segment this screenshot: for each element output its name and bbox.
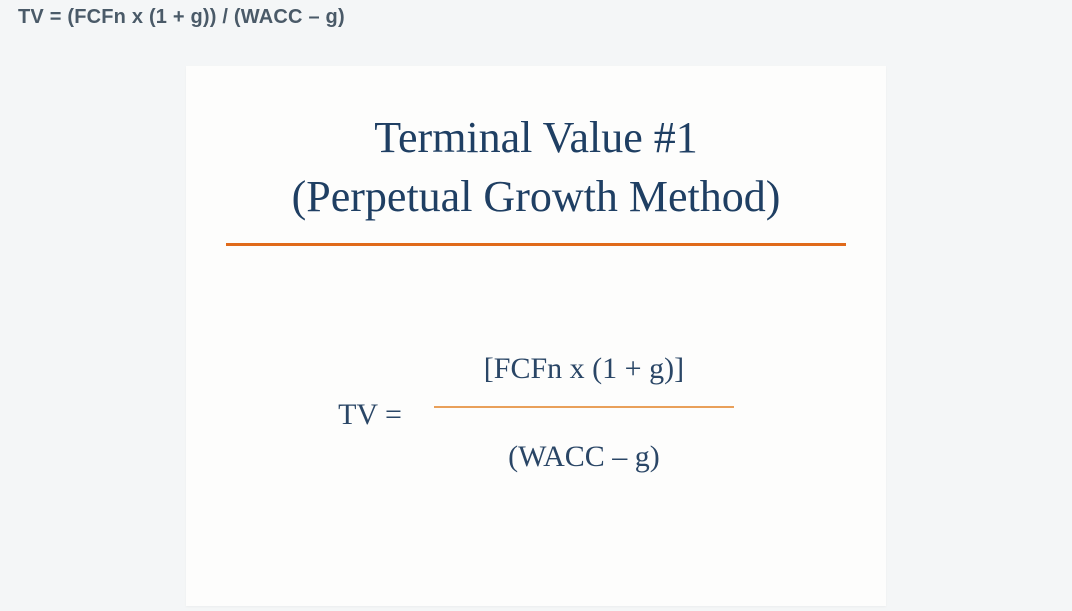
formula-fraction: [FCFn x (1 + g)] (WACC – g) (434, 346, 734, 480)
title-line-2: (Perpetual Growth Method) (292, 172, 781, 221)
formula-denominator: (WACC – g) (500, 434, 668, 480)
terminal-value-formula: TV = [FCFn x (1 + g)] (WACC – g) (186, 346, 886, 480)
title-line-1: Terminal Value #1 (374, 113, 698, 162)
inline-formula-text: TV = (FCFn x (1 + g)) / (WACC – g) (18, 6, 345, 29)
fraction-divider (434, 406, 734, 408)
title-divider (226, 243, 846, 246)
formula-lhs: TV = (338, 394, 402, 432)
formula-numerator: [FCFn x (1 + g)] (476, 346, 692, 392)
card-title: Terminal Value #1 (Perpetual Growth Meth… (186, 66, 886, 243)
formula-card: Terminal Value #1 (Perpetual Growth Meth… (186, 66, 886, 606)
